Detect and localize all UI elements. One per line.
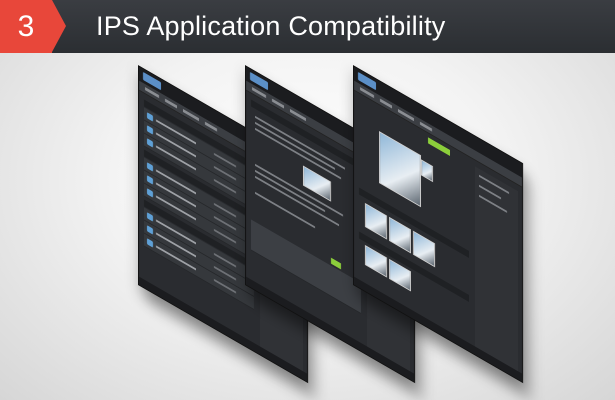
mockup-sidebar <box>475 166 518 372</box>
header-banner: 3 IPS Application Compatibility <box>0 0 615 53</box>
step-badge-arrow <box>52 0 66 52</box>
image-thumbnail <box>421 159 433 183</box>
banner-title: IPS Application Compatibility <box>96 11 446 41</box>
image-thumbnail <box>379 131 421 208</box>
step-number-badge: 3 <box>0 0 52 53</box>
mockup-stage <box>0 53 615 400</box>
